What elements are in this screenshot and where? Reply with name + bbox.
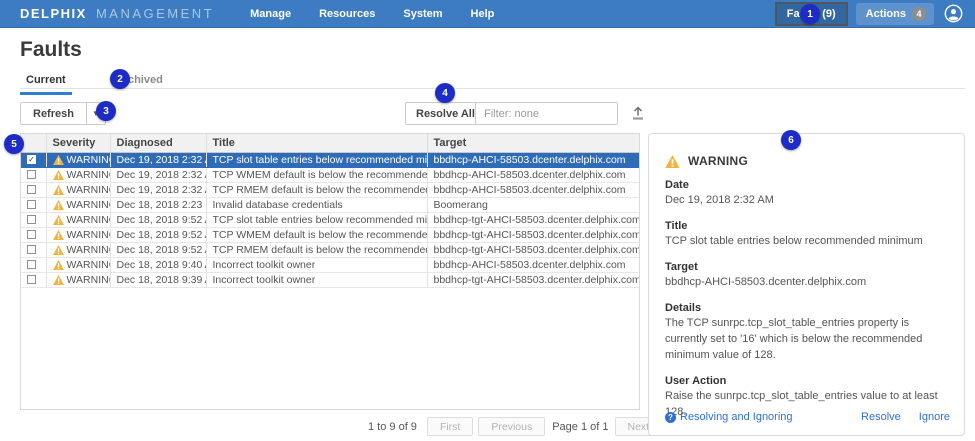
- page-indicator: Page 1 of 1: [552, 421, 608, 433]
- row-checkbox[interactable]: [27, 215, 36, 224]
- header-target[interactable]: Target: [427, 134, 639, 152]
- callout-1: 1: [800, 4, 820, 24]
- warning-icon: [53, 170, 64, 180]
- menu-item-resources[interactable]: Resources: [305, 0, 389, 28]
- page-title: Faults: [20, 38, 82, 62]
- resolve-all-button[interactable]: Resolve All: [405, 102, 486, 125]
- row-checkbox[interactable]: [27, 170, 36, 179]
- row-checkbox[interactable]: [27, 185, 36, 194]
- detail-title-value: TCP slot table entries below recommended…: [665, 234, 948, 250]
- top-nav-bar: DELPHIX MANAGEMENT Manage Resources Syst…: [0, 0, 975, 28]
- actions-button[interactable]: Actions 4: [856, 3, 934, 25]
- callout-4: 4: [435, 83, 455, 103]
- detail-date-value: Dec 19, 2018 2:32 AM: [665, 193, 948, 209]
- warning-icon: [53, 245, 64, 255]
- actions-count-badge: 4: [912, 7, 926, 21]
- row-checkbox[interactable]: ✓: [27, 155, 36, 164]
- table-row[interactable]: WARNING Dec 18, 2018 9:52 AM TCP RMEM de…: [21, 242, 639, 257]
- warning-icon: [53, 275, 64, 285]
- warning-icon: [53, 215, 64, 225]
- user-profile-icon[interactable]: [944, 4, 963, 23]
- warning-icon: [53, 155, 64, 165]
- detail-target-value: bbdhcp-AHCI-58503.dcenter.delphix.com: [665, 275, 948, 291]
- faults-table: Severity Diagnosed Title Target ✓ WARNIN…: [20, 133, 640, 410]
- actions-button-label: Actions: [866, 8, 906, 20]
- table-row[interactable]: WARNING Dec 18, 2018 9:39 AM Incorrect t…: [21, 272, 639, 287]
- table-row[interactable]: WARNING Dec 18, 2018 2:23 PM Invalid dat…: [21, 197, 639, 212]
- previous-page-button[interactable]: Previous: [478, 417, 545, 436]
- table-row[interactable]: ✓ WARNING Dec 19, 2018 2:32 AM TCP slot …: [21, 152, 639, 167]
- warning-icon: [53, 200, 64, 210]
- detail-panel-footer: ? Resolving and Ignoring Resolve Ignore: [665, 411, 950, 423]
- first-page-button[interactable]: First: [427, 417, 473, 436]
- help-icon: ?: [665, 412, 676, 423]
- brand-secondary: MANAGEMENT: [96, 6, 214, 21]
- faults-screen: DELPHIX MANAGEMENT Manage Resources Syst…: [0, 0, 975, 441]
- detail-user-action-label: User Action: [665, 375, 948, 387]
- header-severity[interactable]: Severity: [46, 134, 110, 152]
- pagination-range: 1 to 9 of 9: [368, 421, 417, 433]
- callout-5: 5: [4, 134, 24, 154]
- fault-detail-panel: WARNING Date Dec 19, 2018 2:32 AM Title …: [648, 133, 965, 436]
- resolving-and-ignoring-link[interactable]: ? Resolving and Ignoring: [665, 411, 793, 423]
- detail-target-label: Target: [665, 261, 948, 273]
- row-checkbox[interactable]: [27, 200, 36, 209]
- menu-item-system[interactable]: System: [389, 0, 456, 28]
- tab-current[interactable]: Current: [20, 70, 72, 95]
- resolve-link[interactable]: Resolve: [861, 411, 901, 423]
- help-link-label: Resolving and Ignoring: [680, 411, 793, 423]
- callout-6: 6: [781, 130, 801, 150]
- warning-icon: [665, 155, 680, 168]
- table-row[interactable]: WARNING Dec 19, 2018 2:32 AM TCP RMEM de…: [21, 182, 639, 197]
- table-row[interactable]: WARNING Dec 18, 2018 9:52 AM TCP slot ta…: [21, 212, 639, 227]
- brand-primary: DELPHIX: [20, 6, 87, 21]
- table-row[interactable]: WARNING Dec 18, 2018 9:52 AM TCP WMEM de…: [21, 227, 639, 242]
- detail-date-label: Date: [665, 179, 948, 191]
- filter-input[interactable]: [475, 102, 618, 125]
- row-checkbox[interactable]: [27, 245, 36, 254]
- table-row[interactable]: WARNING Dec 18, 2018 9:40 AM Incorrect t…: [21, 257, 639, 272]
- detail-title-label: Title: [665, 220, 948, 232]
- detail-severity-label: WARNING: [688, 154, 748, 168]
- row-checkbox[interactable]: [27, 275, 36, 284]
- detail-details-value: The TCP sunrpc.tcp_slot_table_entries pr…: [665, 316, 948, 364]
- tabs-divider: [20, 88, 965, 89]
- menu-item-help[interactable]: Help: [457, 0, 509, 28]
- row-checkbox[interactable]: [27, 230, 36, 239]
- ignore-link[interactable]: Ignore: [919, 411, 950, 423]
- table-header-row: Severity Diagnosed Title Target: [21, 134, 639, 152]
- detail-severity-heading: WARNING: [665, 154, 948, 168]
- header-title[interactable]: Title: [206, 134, 427, 152]
- top-menu: Manage Resources System Help: [236, 0, 508, 28]
- callout-2: 2: [110, 69, 130, 89]
- refresh-split-button: Refresh ▼: [20, 102, 106, 125]
- warning-icon: [53, 185, 64, 195]
- detail-details-label: Details: [665, 302, 948, 314]
- warning-icon: [53, 260, 64, 270]
- callout-3: 3: [96, 101, 116, 121]
- header-checkbox-cell: [21, 134, 46, 152]
- table-row[interactable]: WARNING Dec 19, 2018 2:32 AM TCP WMEM de…: [21, 167, 639, 182]
- menu-item-manage[interactable]: Manage: [236, 0, 305, 28]
- row-checkbox[interactable]: [27, 260, 36, 269]
- delphix-logo: DELPHIX MANAGEMENT: [20, 6, 214, 21]
- refresh-button[interactable]: Refresh: [20, 102, 86, 125]
- header-diagnosed[interactable]: Diagnosed: [110, 134, 206, 152]
- warning-icon: [53, 230, 64, 240]
- export-icon[interactable]: [628, 104, 648, 124]
